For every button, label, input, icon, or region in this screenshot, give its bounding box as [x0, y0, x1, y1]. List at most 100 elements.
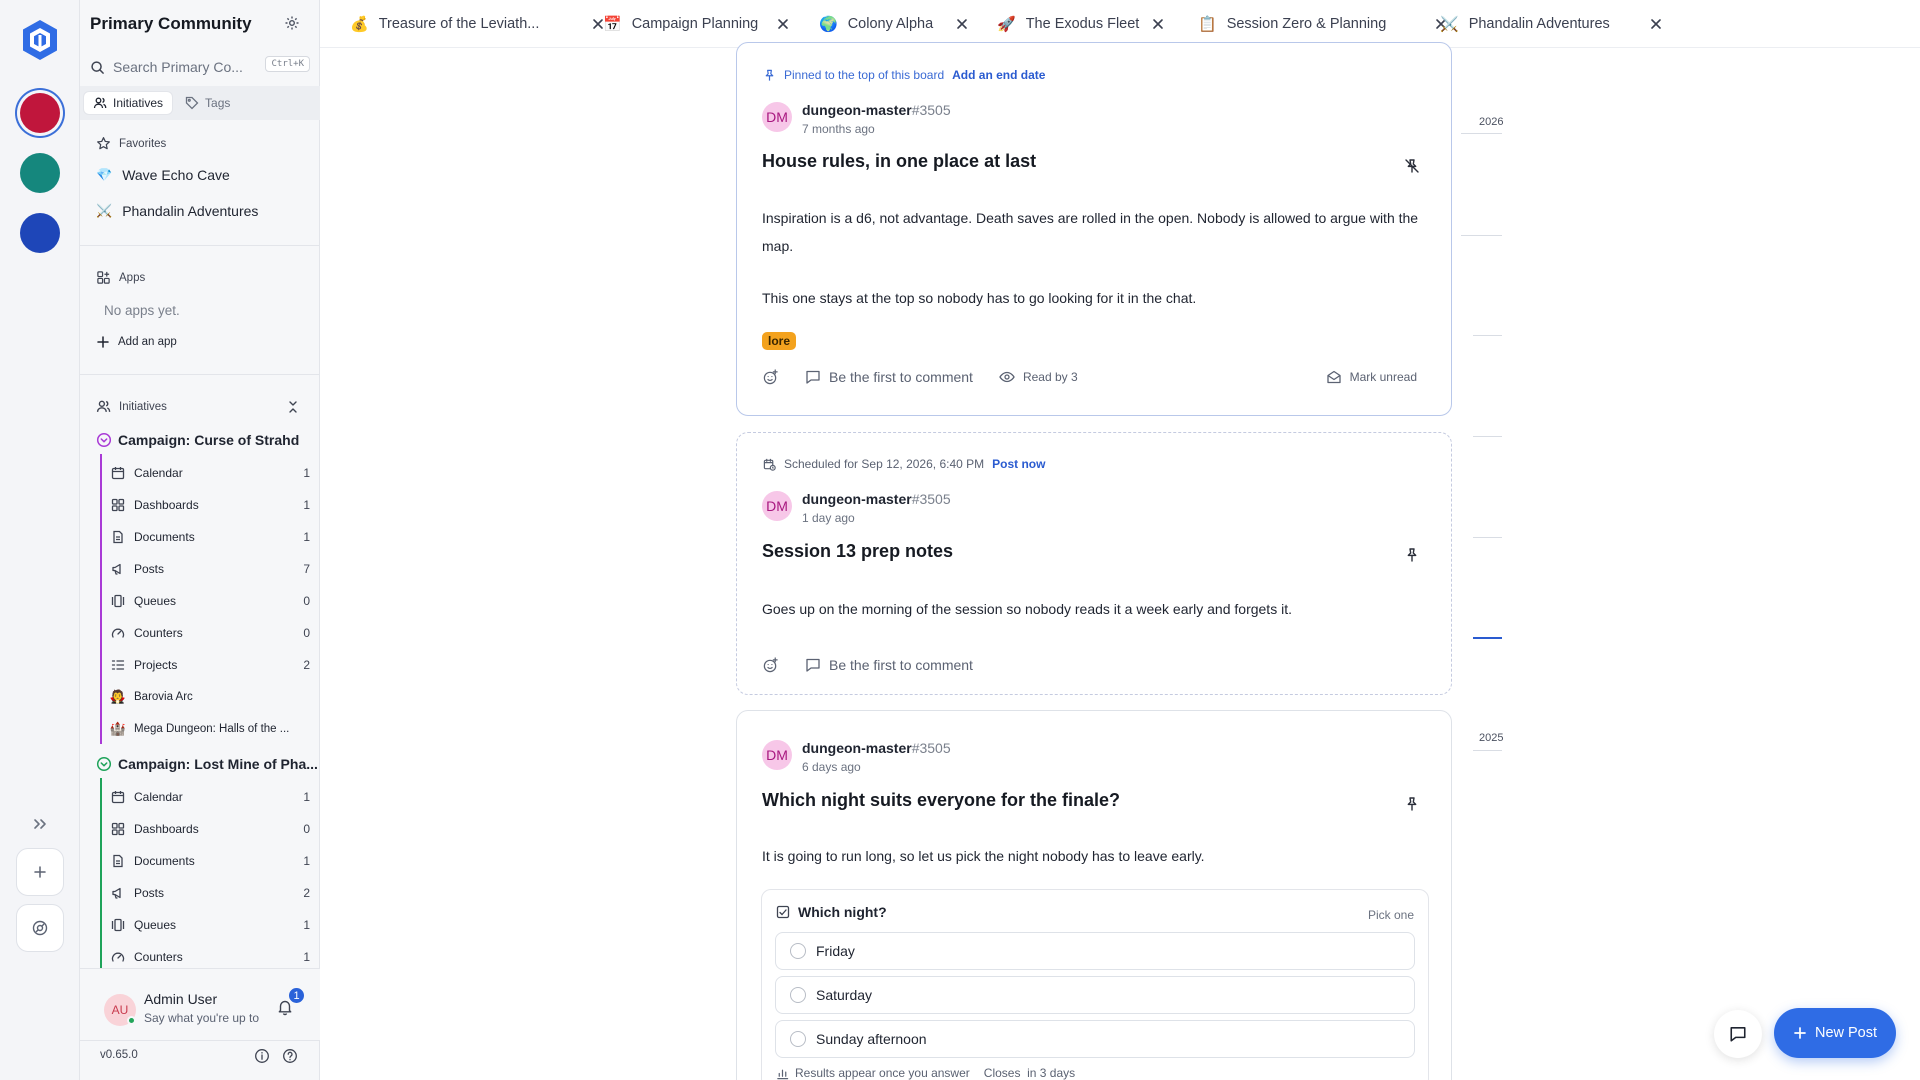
search-input[interactable]: Search Primary Co... [113, 59, 243, 75]
add-reaction-button[interactable] [762, 368, 779, 386]
initiative-item-counters[interactable]: Counters 1 [110, 949, 310, 965]
comment-button[interactable]: Be the first to comment [805, 657, 973, 673]
server-avatar-2[interactable] [20, 153, 60, 193]
post-card-pinned[interactable]: Pinned to the top of this board Add an e… [736, 42, 1452, 416]
tab-tags[interactable]: Tags [176, 92, 239, 114]
initiative-item-posts[interactable]: Posts 2 [110, 885, 310, 901]
app-logo-icon[interactable] [20, 18, 60, 62]
initiative-group-lost-mine[interactable]: Campaign: Lost Mine of Pha... [96, 756, 318, 772]
sidebar-search[interactable]: Search Primary Co... Ctrl+K [80, 50, 320, 84]
add-end-date-link[interactable]: Add an end date [952, 68, 1045, 82]
calendar-clock-icon [763, 458, 776, 471]
favorites-header[interactable]: Favorites [96, 136, 166, 151]
initiative-item-queues[interactable]: Queues 1 [110, 917, 310, 933]
smiley-add-icon [762, 656, 779, 674]
help-icon[interactable] [282, 1048, 298, 1064]
post-now-link[interactable]: Post now [992, 457, 1045, 471]
post-card-poll[interactable]: DM dungeon-master#3505 6 days ago Which … [736, 710, 1452, 1080]
timeline-tick[interactable] [1473, 537, 1502, 538]
tab-session-zero-planning[interactable]: 📋 Session Zero & Planning [1198, 0, 1448, 48]
dashboard-icon [110, 821, 126, 837]
initiative-item-posts[interactable]: Posts 7 [110, 561, 310, 577]
timeline-tick[interactable] [1473, 436, 1502, 437]
add-server-button[interactable] [16, 848, 64, 896]
tab-treasure-of-the-leviathan[interactable]: 💰 Treasure of the Leviath... [350, 0, 603, 48]
poll-option-friday[interactable]: Friday [775, 932, 1415, 970]
initiatives-header[interactable]: Initiatives [96, 399, 167, 414]
mark-unread-button[interactable]: Mark unread [1326, 369, 1417, 385]
post-title[interactable]: Session 13 prep notes [762, 541, 953, 562]
server-rail [0, 0, 80, 1080]
author-avatar[interactable]: DM [762, 491, 792, 521]
project-item-mega-dungeon[interactable]: 🏰 Mega Dungeon: Halls of the ... [110, 721, 310, 737]
timeline-year-2026[interactable]: 2026 [1479, 116, 1503, 128]
timeline-tick[interactable] [1473, 750, 1502, 751]
timeline-year-2025[interactable]: 2025 [1479, 732, 1503, 744]
tab-colony-alpha[interactable]: 🌍 Colony Alpha [819, 0, 979, 48]
apps-header[interactable]: Apps [96, 270, 145, 285]
unpin-icon[interactable] [1404, 158, 1420, 174]
explore-servers-button[interactable] [16, 904, 64, 952]
author-avatar[interactable]: DM [762, 740, 792, 770]
author-avatar[interactable]: DM [762, 102, 792, 132]
poll-option-saturday[interactable]: Saturday [775, 976, 1415, 1014]
initiative-item-documents[interactable]: Documents 1 [110, 853, 310, 869]
favorite-item-wave-echo-cave[interactable]: 💎 Wave Echo Cave [96, 167, 230, 183]
project-item-barovia-arc[interactable]: 🧛 Barovia Arc [110, 689, 310, 705]
initiative-item-dashboards[interactable]: Dashboards 0 [110, 821, 310, 837]
initiative-group-curse-of-strahd[interactable]: Campaign: Curse of Strahd [96, 432, 299, 448]
post-title[interactable]: Which night suits everyone for the final… [762, 790, 1120, 811]
server-avatar-1[interactable] [20, 93, 60, 133]
favorite-item-phandalin-adventures[interactable]: ⚔️ Phandalin Adventures [96, 203, 258, 219]
close-icon[interactable] [954, 16, 970, 32]
initiative-item-documents[interactable]: Documents 1 [110, 529, 310, 545]
radio-button[interactable] [790, 943, 806, 959]
author-name[interactable]: dungeon-master#3505 [802, 491, 951, 507]
timeline-tick[interactable] [1473, 335, 1502, 336]
tab-initiatives[interactable]: Initiatives [84, 92, 173, 114]
tab-the-exodus-fleet[interactable]: 🚀 The Exodus Fleet [997, 0, 1197, 48]
author-name[interactable]: dungeon-master#3505 [802, 740, 951, 756]
user-status[interactable]: Say what you're up to [144, 1011, 259, 1025]
pin-icon[interactable] [1404, 796, 1420, 812]
initiative-item-counters[interactable]: Counters 0 [110, 625, 310, 641]
post-actions: Be the first to comment [762, 655, 1427, 675]
timeline-tick-active[interactable] [1473, 637, 1502, 639]
collapse-all-icon[interactable] [286, 400, 300, 414]
close-icon[interactable] [1648, 16, 1664, 32]
chat-button[interactable] [1714, 1010, 1762, 1058]
info-icon[interactable] [254, 1048, 270, 1064]
radio-button[interactable] [790, 1031, 806, 1047]
add-app-button[interactable]: Add an app [96, 335, 177, 349]
initiative-item-queues[interactable]: Queues 0 [110, 593, 310, 609]
post-card-scheduled[interactable]: Scheduled for Sep 12, 2026, 6:40 PM Post… [736, 432, 1452, 695]
tab-campaign-planning[interactable]: 📅 Campaign Planning [603, 0, 788, 48]
settings-gear-icon[interactable] [284, 15, 300, 31]
author-name[interactable]: dungeon-master#3505 [802, 102, 951, 118]
close-icon[interactable] [775, 16, 791, 32]
initiative-item-projects[interactable]: Projects 2 [110, 657, 310, 673]
poll-option-sunday-afternoon[interactable]: Sunday afternoon [775, 1020, 1415, 1058]
comment-button[interactable]: Be the first to comment [805, 369, 973, 385]
pin-icon[interactable] [1404, 547, 1420, 563]
timeline-tick[interactable] [1461, 133, 1502, 134]
tab-bar: 💰 Treasure of the Leviath... 📅 Campaign … [320, 0, 1920, 48]
close-icon[interactable] [1150, 16, 1166, 32]
new-post-button[interactable]: New Post [1774, 1008, 1896, 1058]
post-title[interactable]: House rules, in one place at last [762, 151, 1036, 172]
tag-badge-lore[interactable]: lore [762, 332, 797, 350]
initiative-item-calendar[interactable]: Calendar 1 [110, 465, 310, 481]
poll-closes: Closes in 3 days [983, 1066, 1076, 1080]
read-by-indicator[interactable]: Read by 3 [999, 369, 1078, 385]
add-reaction-button[interactable] [762, 656, 779, 674]
radio-button[interactable] [790, 987, 806, 1003]
timeline-tick[interactable] [1461, 235, 1502, 236]
calendar-icon [110, 789, 126, 805]
initiative-item-calendar[interactable]: Calendar 1 [110, 789, 310, 805]
tab-phandalin-adventures[interactable]: ⚔️ Phandalin Adventures [1440, 0, 1661, 48]
server-avatar-3[interactable] [20, 213, 60, 253]
poll-question: Which night? [776, 904, 887, 920]
expand-sidebar-icon[interactable] [30, 814, 50, 834]
initiative-item-dashboards[interactable]: Dashboards 1 [110, 497, 310, 513]
calendar-icon [110, 465, 126, 481]
